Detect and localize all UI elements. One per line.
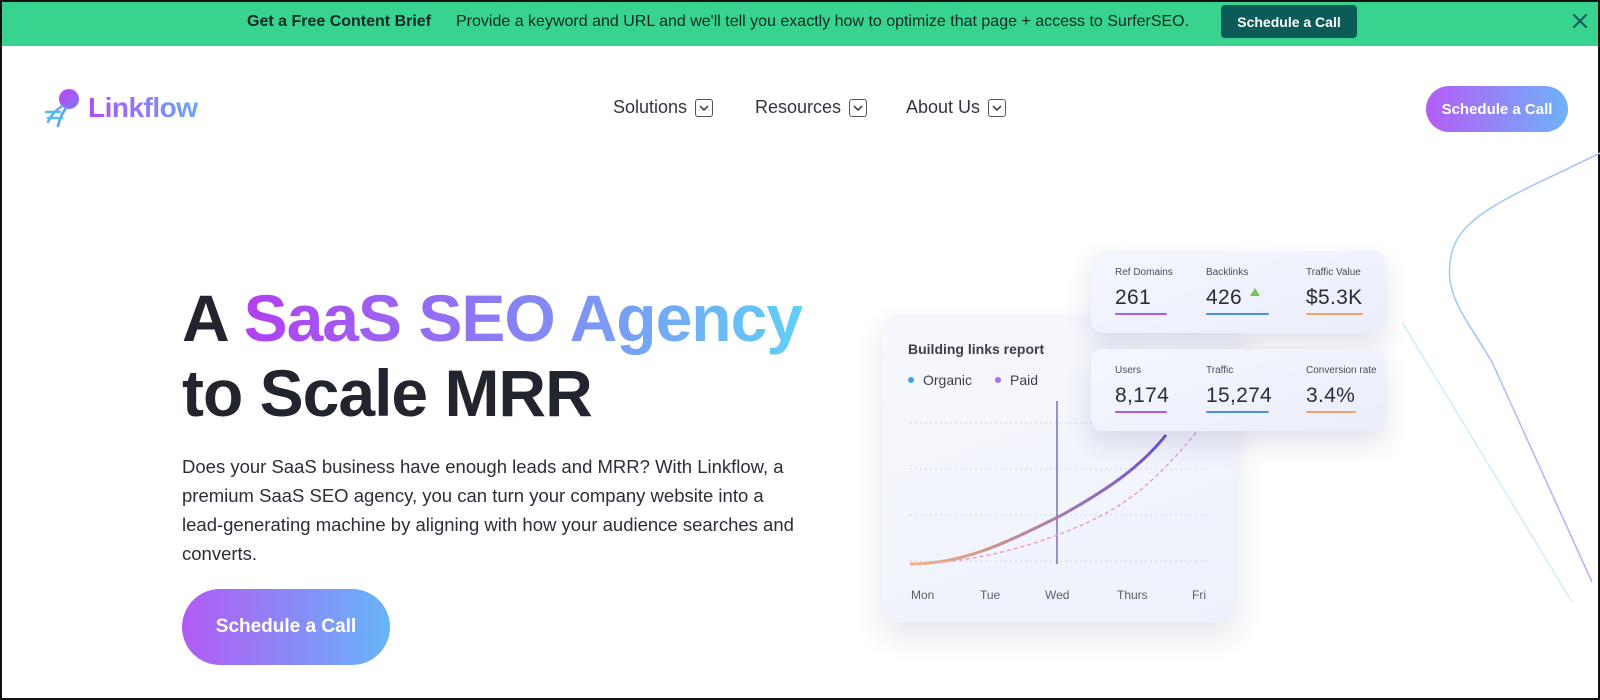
jellyfish-logo-icon: [44, 89, 79, 128]
day-label: Fri: [1192, 588, 1206, 602]
stat-label: Users: [1115, 365, 1142, 376]
hero-title-highlight: SaaS SEO Agency: [243, 281, 803, 355]
report-title: Building links report: [908, 341, 1045, 357]
stat-conversion-rate: Conversion rate 3.4%: [1306, 365, 1377, 413]
day-label: Thurs: [1117, 588, 1148, 602]
stat-label: Backlinks: [1206, 267, 1249, 278]
stat-label: Ref Domains: [1115, 267, 1173, 278]
legend-organic: Organic: [908, 372, 972, 388]
close-icon[interactable]: [1569, 11, 1591, 33]
chevron-down-icon: [695, 98, 714, 117]
stat-label: Conversion rate: [1306, 365, 1377, 376]
organic-series-line: [909, 434, 1168, 566]
stat-traffic: Traffic 15,274: [1206, 365, 1272, 413]
stat-underline: [1115, 411, 1167, 413]
stat-label: Traffic Value: [1306, 267, 1361, 278]
stat-backlinks: Backlinks 426: [1206, 267, 1269, 315]
stat-value: 426: [1206, 286, 1242, 309]
stat-value: 15,274: [1206, 384, 1273, 407]
stat-users: Users 8,174: [1115, 365, 1169, 413]
logo[interactable]: Linkflow: [42, 86, 198, 130]
paid-dot-icon: [995, 377, 1001, 383]
nav-solutions[interactable]: Solutions: [613, 97, 714, 118]
stat-ref-domains: Ref Domains 261: [1115, 267, 1173, 315]
nav-about-us[interactable]: About Us: [906, 97, 1007, 118]
nav-label: Solutions: [613, 97, 688, 117]
stats-card-top: Ref Domains 261 Backlinks 426 Traffic Va…: [1091, 251, 1385, 333]
logo-text: Linkflow: [88, 92, 198, 123]
decorative-curve: [1402, 152, 1600, 602]
promo-banner: Get a Free Content Brief Provide a keywo…: [2, 2, 1598, 46]
day-label: Tue: [980, 588, 1001, 602]
stat-traffic-value: Traffic Value $5.3K: [1306, 267, 1363, 315]
stat-underline: [1206, 313, 1269, 315]
hero-title-line2: to Scale MRR: [182, 356, 593, 430]
stat-value: 3.4%: [1306, 384, 1356, 407]
chevron-down-icon: [988, 98, 1007, 117]
banner-headline: Get a Free Content Brief: [247, 13, 432, 30]
stat-value-wrap: 426: [1206, 286, 1269, 310]
day-label: Wed: [1045, 588, 1070, 602]
hero-title-line1: A SaaS SEO Agency: [182, 280, 803, 356]
stat-value: 261: [1115, 286, 1151, 309]
stat-underline: [1306, 313, 1363, 315]
banner-schedule-button[interactable]: Schedule a Call: [1221, 5, 1357, 38]
up-arrow-icon: [1249, 288, 1260, 296]
legend-paid: Paid: [995, 372, 1038, 388]
stat-value: 8,174: [1115, 384, 1170, 407]
stat-underline: [1115, 313, 1167, 315]
hero-schedule-button[interactable]: Schedule a Call: [182, 589, 390, 665]
nav-resources[interactable]: Resources: [755, 97, 868, 118]
nav-label: Resources: [755, 97, 842, 117]
day-label: Mon: [911, 588, 935, 602]
stat-value: $5.3K: [1306, 286, 1363, 309]
header-schedule-button[interactable]: Schedule a Call: [1426, 86, 1568, 132]
chevron-down-icon: [849, 98, 868, 117]
legend-label: Paid: [1010, 372, 1039, 388]
organic-dot-icon: [908, 377, 914, 383]
hero-description: Does your SaaS business have enough lead…: [182, 456, 794, 564]
hero-title-a: A: [182, 281, 227, 355]
stat-underline: [1206, 411, 1269, 413]
nav-label: About Us: [906, 97, 981, 117]
stat-label: Traffic: [1206, 365, 1234, 376]
legend-label: Organic: [923, 372, 973, 388]
stat-underline: [1306, 411, 1356, 413]
banner-text: Provide a keyword and URL and we'll tell…: [456, 13, 1190, 30]
stats-card-bottom: Users 8,174 Traffic 15,274 Conversion ra…: [1091, 349, 1385, 431]
